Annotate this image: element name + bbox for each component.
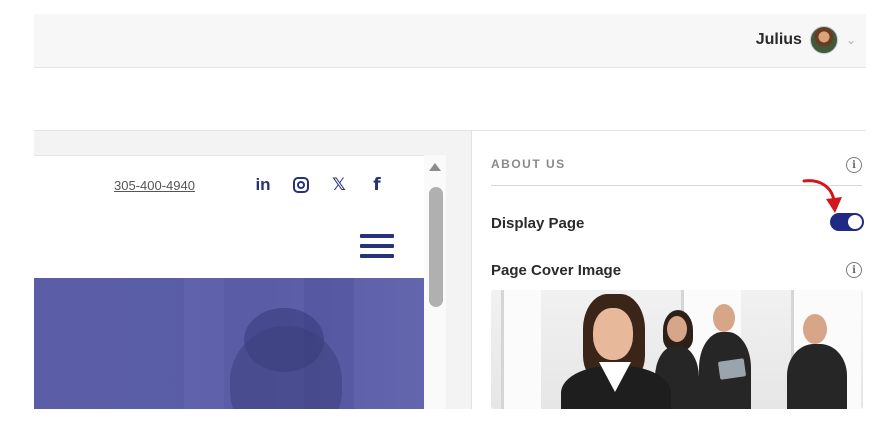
hero-shape	[184, 278, 224, 409]
cover-image-label: Page Cover Image	[491, 262, 622, 279]
hero-image	[34, 278, 424, 409]
info-icon[interactable]: i	[846, 262, 862, 278]
person-shape	[713, 304, 735, 332]
face-shape	[593, 308, 633, 360]
display-page-label: Display Page	[491, 215, 585, 232]
page-preview-area: 305-400-4940 in 𝕏 f	[34, 131, 472, 409]
settings-panel: ABOUT US i Display Page Page Cover Image…	[473, 131, 866, 409]
person-shape	[561, 294, 671, 409]
display-page-toggle[interactable]	[830, 213, 864, 231]
person-shape	[667, 316, 687, 342]
website-preview: 305-400-4940 in 𝕏 f	[34, 155, 446, 409]
user-avatar[interactable]	[809, 26, 838, 54]
info-icon[interactable]: i	[846, 157, 862, 173]
hamburger-line	[360, 234, 394, 238]
preview-scrollbar[interactable]	[424, 155, 446, 409]
scroll-up-icon[interactable]	[429, 163, 441, 171]
pointer-arrow-icon	[802, 179, 842, 213]
facebook-icon[interactable]: f	[366, 174, 388, 196]
tablet-shape	[717, 358, 747, 380]
chevron-down-icon[interactable]: ⌄	[846, 33, 856, 47]
phone-link[interactable]: 305-400-4940	[114, 178, 195, 193]
linkedin-icon[interactable]: in	[252, 174, 274, 196]
user-menu[interactable]: Julius ⌄	[756, 26, 856, 54]
person-shape	[787, 344, 847, 409]
app-stage: Julius ⌄ 305-400-4940 in 𝕏 f ABOUT US i …	[0, 0, 886, 435]
hamburger-line	[360, 254, 394, 258]
hamburger-line	[360, 244, 394, 248]
user-name: Julius	[755, 31, 802, 48]
person-shape	[803, 314, 827, 344]
section-title: ABOUT US	[491, 157, 566, 171]
instagram-icon[interactable]	[290, 174, 312, 196]
scroll-thumb[interactable]	[429, 187, 443, 307]
x-twitter-icon[interactable]: 𝕏	[328, 174, 350, 196]
toggle-knob	[848, 215, 862, 229]
cover-image-preview[interactable]	[491, 290, 863, 409]
top-header: Julius ⌄	[34, 14, 866, 68]
hamburger-icon[interactable]	[360, 234, 394, 260]
instagram-glyph	[293, 177, 309, 193]
window-shape	[501, 290, 541, 409]
